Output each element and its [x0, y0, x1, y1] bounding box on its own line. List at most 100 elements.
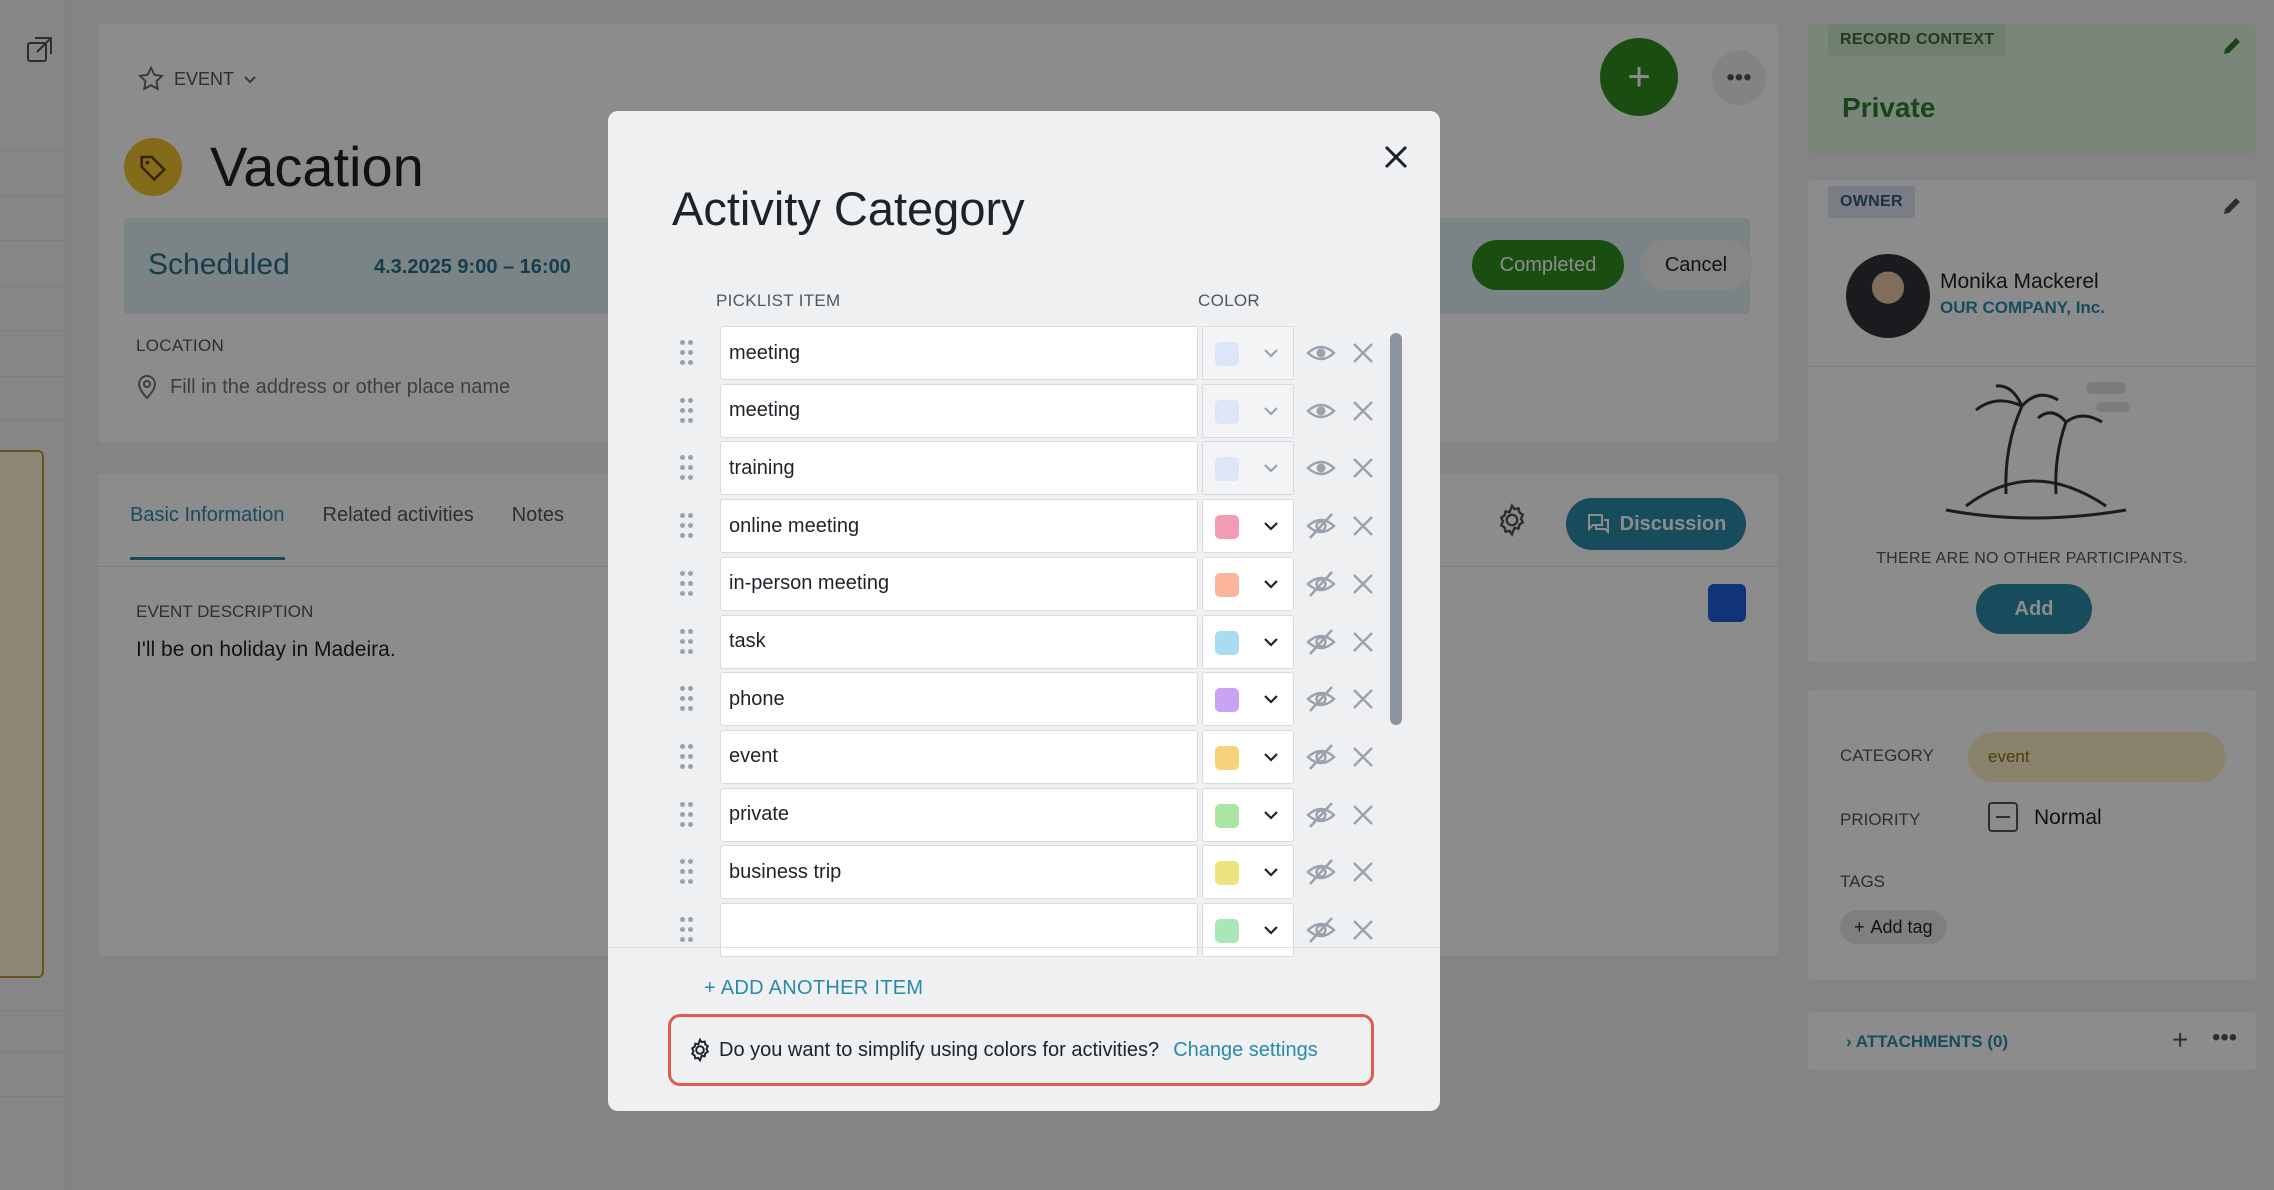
close-icon [1384, 145, 1408, 169]
eye-off-icon[interactable] [1306, 801, 1336, 829]
color-header: COLOR [1198, 291, 1260, 310]
color-swatch [1215, 861, 1239, 886]
color-select[interactable] [1202, 672, 1294, 727]
delete-icon[interactable] [1350, 455, 1376, 481]
eye-off-icon[interactable] [1306, 916, 1336, 944]
drag-handle-icon[interactable] [680, 859, 696, 885]
color-swatch [1215, 688, 1239, 713]
drag-handle-icon[interactable] [680, 340, 696, 366]
picklist-item-header: PICKLIST ITEM [716, 291, 841, 310]
chevron-down-icon [1263, 403, 1279, 419]
picklist-row: event [672, 729, 1373, 784]
drag-handle-icon[interactable] [680, 801, 696, 828]
delete-icon[interactable] [1350, 744, 1376, 770]
close-button[interactable] [1376, 137, 1416, 177]
delete-icon[interactable] [1350, 571, 1376, 597]
color-select[interactable] [1202, 614, 1294, 669]
delete-icon[interactable] [1350, 859, 1376, 885]
drag-handle-icon[interactable] [680, 455, 696, 481]
color-select[interactable] [1202, 556, 1294, 611]
color-swatch [1215, 572, 1239, 597]
color-swatch [1215, 745, 1239, 770]
drag-handle-icon[interactable] [680, 513, 696, 539]
delete-icon[interactable] [1350, 340, 1376, 366]
color-swatch [1215, 803, 1239, 828]
chevron-down-icon [1263, 634, 1279, 650]
color-swatch [1215, 515, 1239, 540]
delete-icon[interactable] [1350, 802, 1376, 828]
dialog-title: Activity Category [672, 182, 1025, 235]
eye-off-icon[interactable] [1306, 628, 1336, 656]
picklist-item-input[interactable]: private [720, 787, 1198, 842]
picklist-item-input[interactable]: meeting [720, 326, 1198, 380]
delete-icon[interactable] [1350, 917, 1376, 943]
drag-handle-icon[interactable] [680, 397, 696, 424]
picklist-row: private [672, 787, 1373, 842]
color-select[interactable] [1202, 903, 1294, 957]
chevron-down-icon [1263, 864, 1279, 880]
eye-off-icon[interactable] [1306, 685, 1336, 713]
scrollbar[interactable] [1390, 333, 1402, 725]
eye-icon[interactable] [1306, 339, 1336, 367]
picklist-row [672, 903, 1373, 957]
gear-icon [690, 1037, 710, 1063]
color-select[interactable] [1202, 787, 1294, 842]
picklist-item-input[interactable]: meeting [720, 383, 1198, 438]
picklist-row: training [672, 441, 1373, 496]
add-another-item-button[interactable]: + ADD ANOTHER ITEM [704, 977, 923, 1000]
color-settings-hint: Do you want to simplify using colors for… [668, 1014, 1374, 1086]
eye-icon[interactable] [1306, 454, 1336, 482]
color-swatch [1215, 630, 1239, 655]
color-swatch [1215, 399, 1239, 424]
delete-icon[interactable] [1350, 513, 1376, 539]
drag-handle-icon[interactable] [680, 628, 696, 655]
picklist-row: meeting [672, 383, 1373, 438]
activity-category-dialog: Activity Category PICKLIST ITEM COLOR me… [608, 111, 1440, 1111]
color-swatch [1215, 919, 1239, 943]
chevron-down-icon [1263, 691, 1279, 707]
eye-off-icon[interactable] [1306, 512, 1336, 540]
delete-icon[interactable] [1350, 686, 1376, 712]
color-select[interactable] [1202, 441, 1294, 496]
drag-handle-icon[interactable] [680, 743, 696, 770]
eye-off-icon[interactable] [1306, 743, 1336, 771]
color-swatch [1215, 457, 1239, 482]
chevron-down-icon [1263, 922, 1279, 938]
drag-handle-icon[interactable] [680, 917, 696, 943]
picklist-item-input[interactable] [720, 903, 1198, 957]
picklist-item-input[interactable]: training [720, 441, 1198, 496]
picklist-row: in-person meeting [672, 556, 1373, 611]
picklist-row: phone [672, 672, 1373, 727]
picklist-row: task [672, 614, 1373, 669]
change-settings-link[interactable]: Change settings [1173, 1039, 1318, 1062]
picklist-item-input[interactable]: phone [720, 672, 1198, 727]
chevron-down-icon [1263, 807, 1279, 823]
hint-text: Do you want to simplify using colors for… [719, 1038, 1160, 1061]
color-select[interactable] [1202, 729, 1294, 784]
chevron-down-icon [1263, 518, 1279, 534]
chevron-down-icon [1263, 460, 1279, 476]
chevron-down-icon [1263, 576, 1279, 592]
chevron-down-icon [1263, 749, 1279, 765]
color-select[interactable] [1202, 845, 1294, 900]
drag-handle-icon[interactable] [680, 570, 696, 597]
picklist-item-input[interactable]: business trip [720, 845, 1198, 900]
chevron-down-icon [1263, 345, 1279, 361]
picklist-item-input[interactable]: in-person meeting [720, 556, 1198, 611]
color-swatch [1215, 342, 1239, 366]
picklist-row: meeting [672, 326, 1373, 380]
delete-icon[interactable] [1350, 398, 1376, 424]
drag-handle-icon[interactable] [680, 686, 696, 712]
delete-icon[interactable] [1350, 629, 1376, 655]
picklist-row: business trip [672, 845, 1373, 900]
color-select[interactable] [1202, 383, 1294, 438]
picklist-item-input[interactable]: online meeting [720, 499, 1198, 554]
picklist: meeting meeting training online meeting in-p… [672, 326, 1408, 1028]
picklist-item-input[interactable]: event [720, 729, 1198, 784]
picklist-item-input[interactable]: task [720, 614, 1198, 669]
color-select[interactable] [1202, 499, 1294, 554]
color-select[interactable] [1202, 326, 1294, 380]
eye-icon[interactable] [1306, 397, 1336, 425]
eye-off-icon[interactable] [1306, 858, 1336, 886]
eye-off-icon[interactable] [1306, 570, 1336, 598]
